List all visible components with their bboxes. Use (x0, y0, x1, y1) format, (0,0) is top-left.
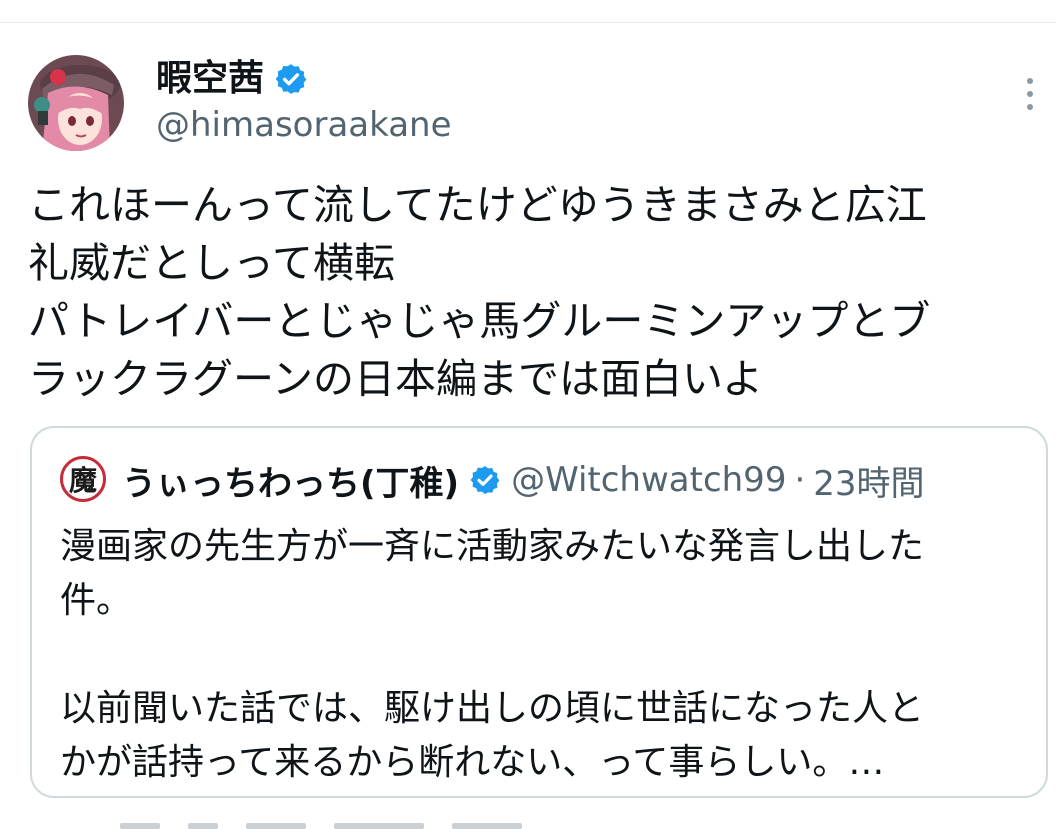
cut-off-metadata-row (120, 818, 660, 829)
quoted-text-line: かが話持って来るから断れない、って事らしい。… (60, 742, 885, 783)
tweet-text-line: 礼威だとしって横転 (28, 239, 395, 287)
separator-dot: · (794, 460, 806, 500)
quoted-display-name[interactable]: うぃっちわっち(丁稚) (122, 456, 459, 505)
quoted-avatar-glyph: 魔 (68, 464, 97, 497)
divider (0, 22, 1056, 23)
author-display-name[interactable]: 暇空茜 (156, 56, 264, 102)
more-vertical-icon[interactable] (1014, 74, 1046, 114)
anime-girl-avatar-icon (28, 55, 124, 151)
avatar[interactable] (28, 55, 124, 151)
tweet-text: これほーんって流してたけどゆうきまさみと広江 礼威だとしって横転 パトレイバーと… (28, 176, 1048, 408)
tweet-text-line: パトレイバーとじゃじゃ馬グルーミンアップとブ (28, 297, 931, 345)
author-handle[interactable]: @himasoraakane (156, 104, 452, 146)
verified-badge-icon (275, 64, 307, 94)
tweet-text-line: これほーんって流してたけどゆうきまさみと広江 (28, 181, 927, 229)
quoted-text-line: 漫画家の先生方が一斉に活動家みたいな発言し出した (60, 526, 925, 567)
tweet-detail-view: 暇空茜 @himasoraakane これほーんって流してたけどゆうきまさみと広… (0, 0, 1056, 829)
author-name-row: 暇空茜 (156, 56, 308, 102)
quoted-text-line (60, 628, 1020, 682)
quoted-header: うぃっちわっち(丁稚) @Witchwatch99 · 23時間 (122, 456, 925, 504)
verified-badge-icon (470, 466, 500, 494)
quoted-text: 漫画家の先生方が一斉に活動家みたいな発言し出した 件。 以前聞いた話では、駆け出… (60, 520, 1020, 790)
quoted-tweet-card[interactable]: 魔 うぃっちわっち(丁稚) @Witchwatch99 · 23時間 漫画家の先… (30, 426, 1048, 798)
quoted-text-line: 件。 (60, 580, 133, 621)
tweet-text-line: ラックラグーンの日本編までは面白いよ (28, 355, 764, 403)
quoted-handle[interactable]: @Witchwatch99 (511, 460, 786, 500)
quoted-avatar[interactable]: 魔 (60, 456, 106, 502)
quoted-timestamp[interactable]: 23時間 (813, 456, 924, 505)
quoted-text-line: 以前聞いた話では、駆け出しの頃に世話になった人と (60, 688, 925, 729)
